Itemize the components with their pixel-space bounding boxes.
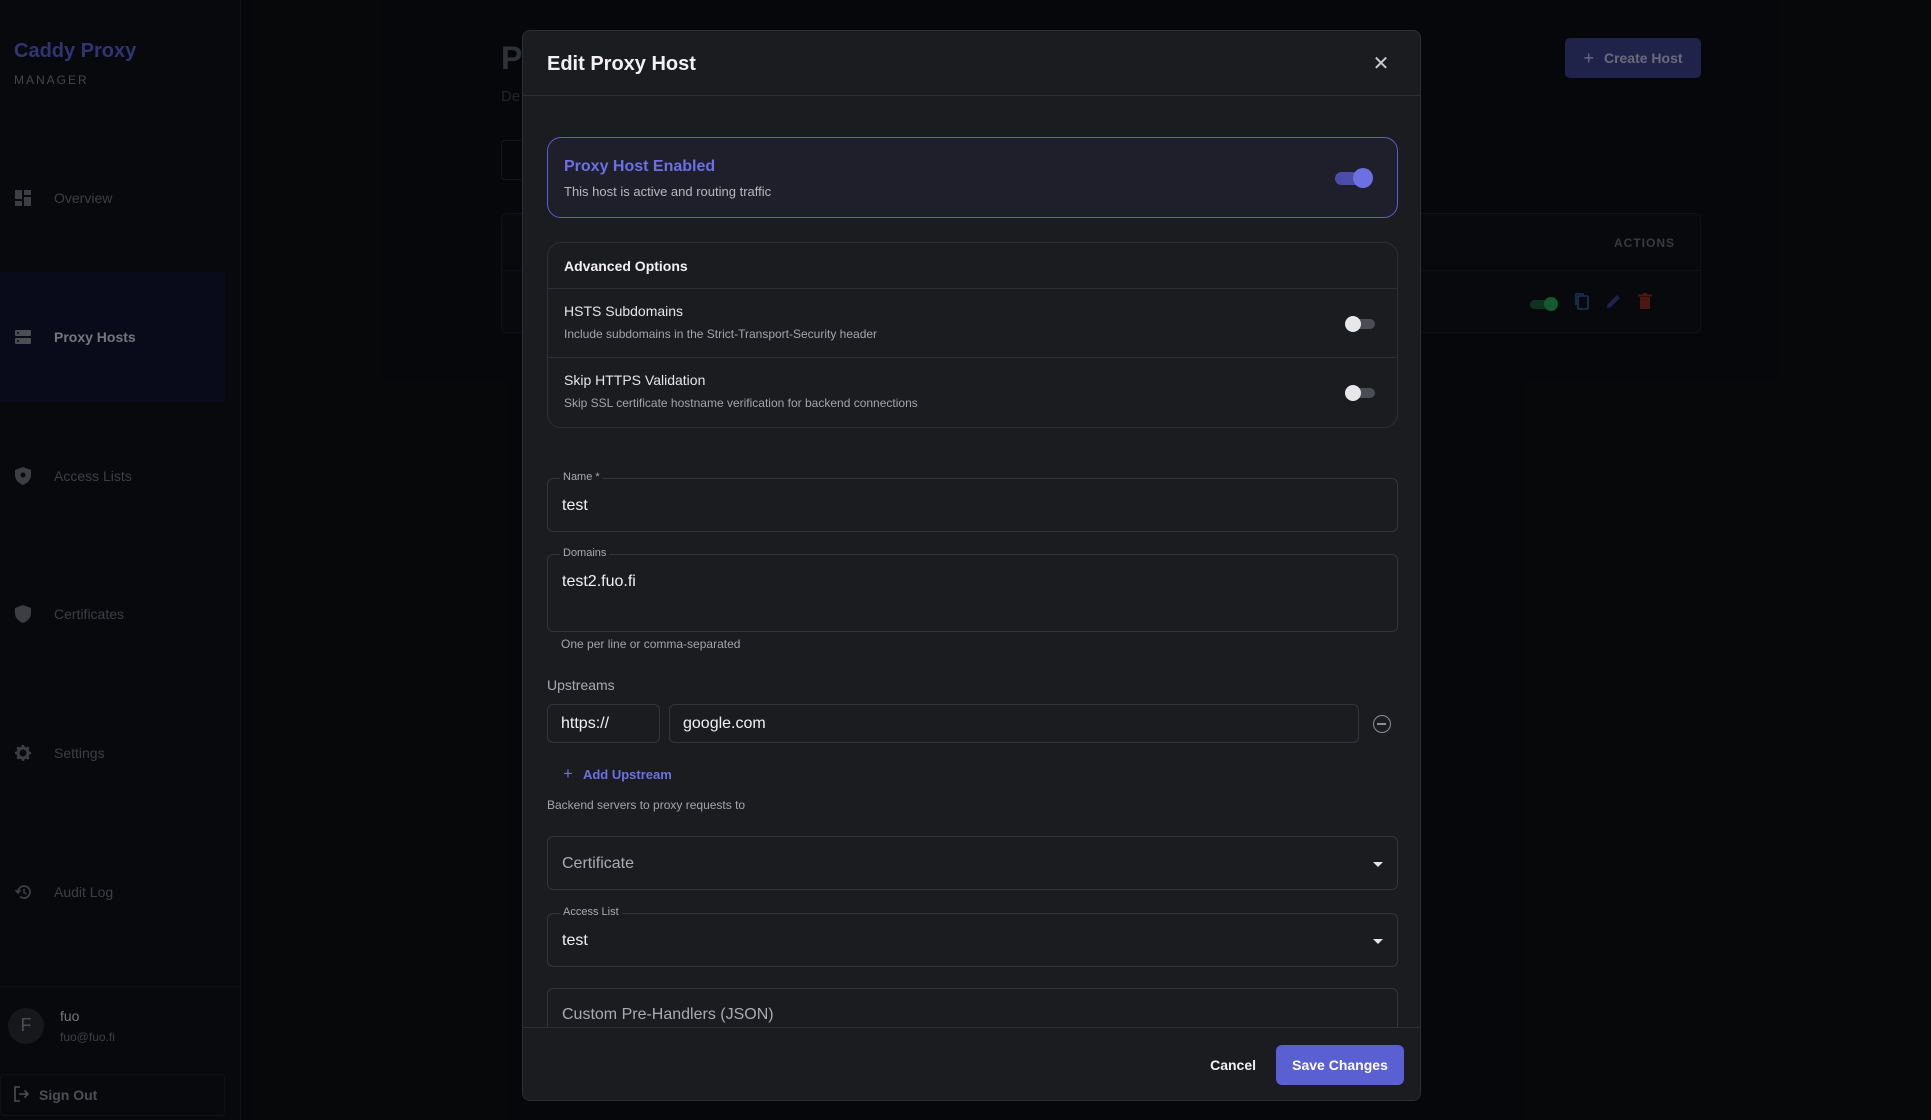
option-title: Skip HTTPS Validation [564, 372, 706, 388]
hsts-subdomains-toggle[interactable] [1345, 315, 1375, 333]
name-field-label: Name * [560, 471, 603, 483]
advanced-options-card: Advanced Options HSTS Subdomains Include… [547, 242, 1398, 428]
save-changes-button[interactable]: Save Changes [1276, 1045, 1404, 1085]
access-list-value: test [562, 932, 588, 949]
advanced-options-heading: Advanced Options [548, 243, 1397, 289]
cancel-button[interactable]: Cancel [1210, 1057, 1256, 1073]
dialog-title: Edit Proxy Host [547, 53, 696, 75]
dialog-footer: Cancel Save Changes [523, 1027, 1420, 1100]
close-icon[interactable]: ✕ [1372, 54, 1390, 74]
skip-https-validation-option: Skip HTTPS Validation Skip SSL certifica… [548, 358, 1397, 427]
custom-pre-handlers-placeholder: Custom Pre-Handlers (JSON) [562, 1006, 774, 1023]
option-description: Include subdomains in the Strict-Transpo… [564, 327, 878, 341]
remove-upstream-icon[interactable] [1373, 715, 1391, 733]
edit-proxy-host-dialog: Edit Proxy Host ✕ Proxy Host Enabled Thi… [522, 30, 1421, 1101]
add-upstream-button[interactable]: + Add Upstream [563, 764, 672, 784]
chevron-down-icon [1373, 862, 1383, 867]
name-field[interactable]: Name * test [547, 471, 1398, 532]
option-description: Skip SSL certificate hostname verificati… [564, 396, 918, 410]
skip-https-validation-toggle[interactable] [1345, 384, 1375, 402]
certificate-placeholder: Certificate [562, 855, 635, 872]
upstream-scheme-select[interactable]: https:// [547, 704, 660, 743]
upstream-scheme-value: https:// [561, 715, 610, 732]
name-field-value: test [562, 497, 588, 514]
option-title: HSTS Subdomains [564, 303, 684, 319]
domains-field-label: Domains [560, 547, 610, 559]
access-list-label: Access List [560, 906, 622, 918]
upstreams-label: Upstreams [547, 677, 615, 693]
chevron-down-icon [1373, 939, 1383, 944]
hsts-subdomains-option: HSTS Subdomains Include subdomains in th… [548, 289, 1397, 358]
upstream-host-value: google.com [683, 715, 766, 732]
upstream-host-input[interactable]: google.com [669, 704, 1359, 743]
enabled-toggle[interactable] [1335, 168, 1373, 188]
access-list-select[interactable]: Access List test [547, 906, 1398, 967]
dialog-header: Edit Proxy Host ✕ [523, 31, 1420, 96]
domains-field[interactable]: Domains test2.fuo.fi [547, 547, 1398, 632]
certificate-select[interactable]: Certificate [547, 836, 1398, 890]
proxy-host-enabled-card[interactable]: Proxy Host Enabled This host is active a… [547, 137, 1398, 218]
enabled-title: Proxy Host Enabled [564, 158, 716, 175]
plus-icon: + [563, 764, 573, 783]
upstreams-helper: Backend servers to proxy requests to [547, 798, 746, 812]
domains-field-value: test2.fuo.fi [562, 573, 636, 590]
enabled-subtitle: This host is active and routing traffic [564, 184, 772, 199]
add-upstream-label: Add Upstream [582, 766, 672, 782]
dialog-body: Proxy Host Enabled This host is active a… [547, 96, 1398, 1078]
domains-helper: One per line or comma-separated [561, 637, 741, 651]
